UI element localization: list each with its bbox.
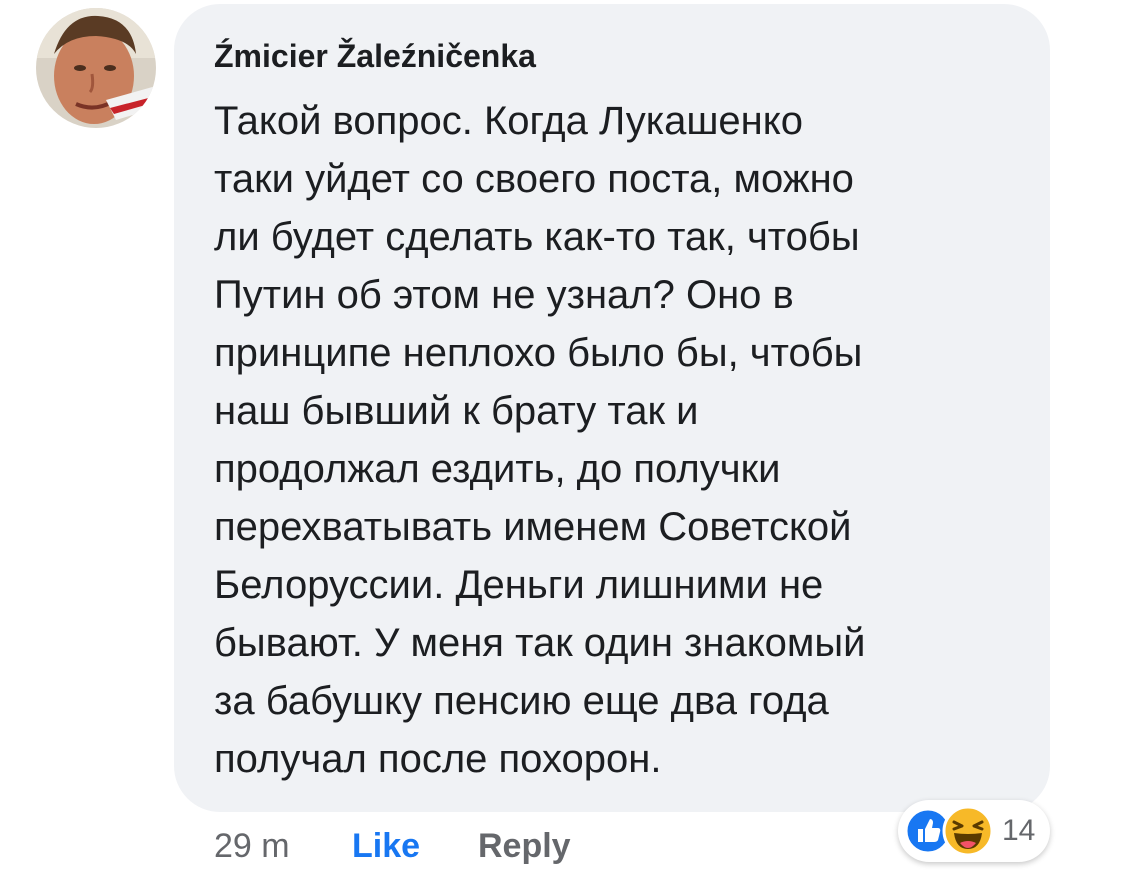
reply-button[interactable]: Reply [478, 824, 571, 868]
user-avatar-photo-icon [36, 8, 156, 128]
comment-timestamp[interactable]: 29 m [214, 824, 290, 868]
comment-author[interactable]: Źmicier Žaleźničenka [214, 38, 536, 75]
haha-icon [942, 805, 994, 857]
avatar[interactable] [36, 8, 156, 128]
reaction-count: 14 [1002, 814, 1036, 847]
comment-bubble: Źmicier Žaleźničenka Такой вопрос. Когда… [174, 4, 1050, 812]
comment-text: Такой вопрос. Когда Лукашенко таки уйдет… [214, 99, 866, 781]
like-button[interactable]: Like [352, 824, 420, 868]
reactions-summary[interactable]: 14 [898, 800, 1050, 862]
